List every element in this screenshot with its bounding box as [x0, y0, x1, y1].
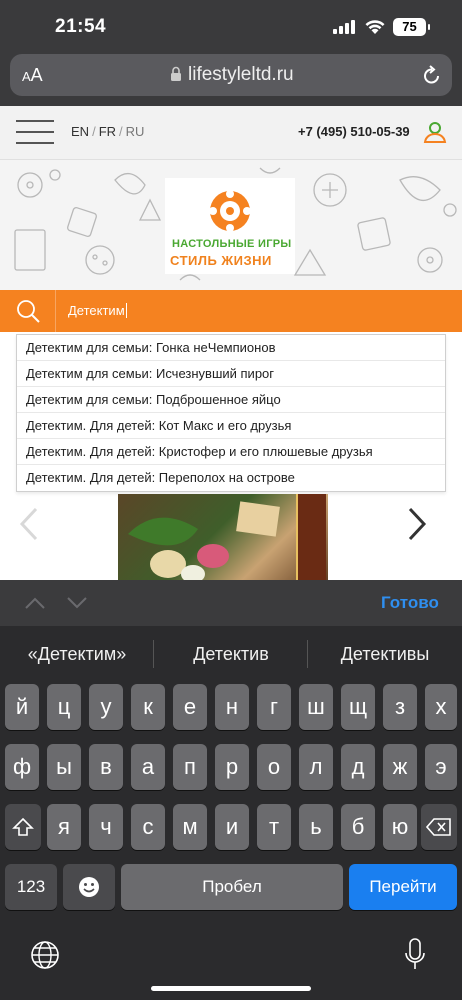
- go-key[interactable]: Перейти: [349, 864, 457, 910]
- emoji-key[interactable]: [63, 864, 115, 910]
- lang-en[interactable]: EN: [71, 124, 89, 139]
- browser-chrome: 21:54 75 AA lifestyleltd.ru: [0, 0, 462, 106]
- search-input[interactable]: Детектим: [68, 303, 127, 318]
- menu-icon[interactable]: [16, 118, 54, 146]
- search-button[interactable]: [0, 290, 56, 332]
- key[interactable]: у: [89, 684, 123, 730]
- next-field-icon[interactable]: [66, 596, 88, 610]
- logo-line-1: НАСТОЛЬНЫЕ ИГРЫ: [172, 238, 292, 250]
- text-size-button[interactable]: AA: [22, 65, 43, 86]
- key[interactable]: в: [89, 744, 123, 790]
- prediction-3[interactable]: Детективы: [308, 644, 462, 665]
- space-key[interactable]: Пробел: [121, 864, 343, 910]
- search-icon: [17, 300, 40, 323]
- address-bar[interactable]: AA lifestyleltd.ru: [10, 54, 452, 96]
- globe-icon[interactable]: [30, 940, 60, 970]
- key[interactable]: ь: [299, 804, 333, 850]
- keyboard-accessory-bar: Готово: [0, 580, 462, 626]
- suggestion-item[interactable]: Детектим для семьи: Подброшенное яйцо: [17, 387, 445, 413]
- key[interactable]: с: [131, 804, 165, 850]
- key[interactable]: г: [257, 684, 291, 730]
- key[interactable]: я: [47, 804, 81, 850]
- done-button[interactable]: Готово: [381, 593, 439, 613]
- prediction-2[interactable]: Детектив: [154, 644, 308, 665]
- key[interactable]: д: [341, 744, 375, 790]
- phone-number[interactable]: +7 (495) 510-05-39: [298, 124, 410, 139]
- onscreen-keyboard: «Детектим» Детектив Детективы й ц у к е …: [0, 626, 462, 1000]
- key[interactable]: е: [173, 684, 207, 730]
- key[interactable]: ж: [383, 744, 417, 790]
- suggestion-item[interactable]: Детектим для семьи: Гонка неЧемпионов: [17, 335, 445, 361]
- hero-banner: НАСТОЛЬНЫЕ ИГРЫ СТИЛЬ ЖИЗНИ: [0, 160, 462, 290]
- emoji-icon: [79, 877, 99, 897]
- predictive-text-bar: «Детектим» Детектив Детективы: [0, 626, 462, 682]
- key[interactable]: л: [299, 744, 333, 790]
- battery-indicator: 75: [393, 18, 430, 36]
- user-account-icon[interactable]: [423, 120, 447, 144]
- previous-field-icon[interactable]: [24, 596, 46, 610]
- site-search-bar: Детектим: [0, 290, 462, 332]
- key[interactable]: щ: [341, 684, 375, 730]
- key[interactable]: ы: [47, 744, 81, 790]
- key[interactable]: и: [215, 804, 249, 850]
- numbers-key[interactable]: 123: [5, 864, 57, 910]
- search-suggestions-dropdown: Детектим для семьи: Гонка неЧемпионов Де…: [16, 334, 446, 492]
- home-indicator: [151, 986, 311, 991]
- key[interactable]: п: [173, 744, 207, 790]
- key[interactable]: ц: [47, 684, 81, 730]
- shift-key[interactable]: [5, 804, 41, 850]
- web-page: EN / FR / RU +7 (495) 510-05-39 НАСТОЛЬН…: [0, 106, 462, 580]
- suggestion-item[interactable]: Детектим. Для детей: Переполох на остров…: [17, 465, 445, 491]
- key[interactable]: а: [131, 744, 165, 790]
- wifi-icon: [365, 20, 385, 34]
- url-text: lifestyleltd.ru: [188, 64, 294, 85]
- key[interactable]: ш: [299, 684, 333, 730]
- text-caret: [125, 303, 127, 318]
- logo-line-2: СТИЛЬ ЖИЗНИ: [170, 253, 272, 268]
- lock-icon: [171, 66, 181, 81]
- key[interactable]: э: [425, 744, 457, 790]
- language-switcher: EN / FR / RU: [71, 124, 145, 139]
- key[interactable]: к: [131, 684, 165, 730]
- backspace-key[interactable]: [421, 804, 457, 850]
- carousel-prev-icon[interactable]: [18, 506, 40, 542]
- suggestion-item[interactable]: Детектим для семьи: Исчезнувший пирог: [17, 361, 445, 387]
- key[interactable]: н: [215, 684, 249, 730]
- key[interactable]: м: [173, 804, 207, 850]
- backspace-icon: [425, 818, 451, 836]
- key[interactable]: о: [257, 744, 291, 790]
- product-box-side: [296, 494, 326, 580]
- key[interactable]: ф: [5, 744, 39, 790]
- suggestion-item[interactable]: Детектим. Для детей: Кот Макс и его друз…: [17, 413, 445, 439]
- shift-icon: [12, 817, 34, 836]
- suggestion-item[interactable]: Детектим. Для детей: Кристофер и его плю…: [17, 439, 445, 465]
- lang-ru[interactable]: RU: [126, 124, 145, 139]
- lang-fr[interactable]: FR: [99, 124, 116, 139]
- microphone-icon[interactable]: [404, 938, 426, 972]
- brand-logo-emblem: [209, 190, 251, 232]
- key[interactable]: т: [257, 804, 291, 850]
- prediction-1[interactable]: «Детектим»: [0, 644, 154, 665]
- status-time: 21:54: [55, 16, 107, 37]
- site-header: EN / FR / RU +7 (495) 510-05-39: [0, 106, 462, 160]
- carousel-next-icon[interactable]: [406, 506, 428, 542]
- key[interactable]: ю: [383, 804, 417, 850]
- cellular-signal-icon: [333, 20, 357, 34]
- reload-icon[interactable]: [422, 64, 442, 86]
- status-bar: 21:54 75: [0, 0, 462, 54]
- key[interactable]: й: [5, 684, 39, 730]
- key[interactable]: р: [215, 744, 249, 790]
- key[interactable]: б: [341, 804, 375, 850]
- key[interactable]: з: [383, 684, 417, 730]
- key[interactable]: х: [425, 684, 457, 730]
- key[interactable]: ч: [89, 804, 123, 850]
